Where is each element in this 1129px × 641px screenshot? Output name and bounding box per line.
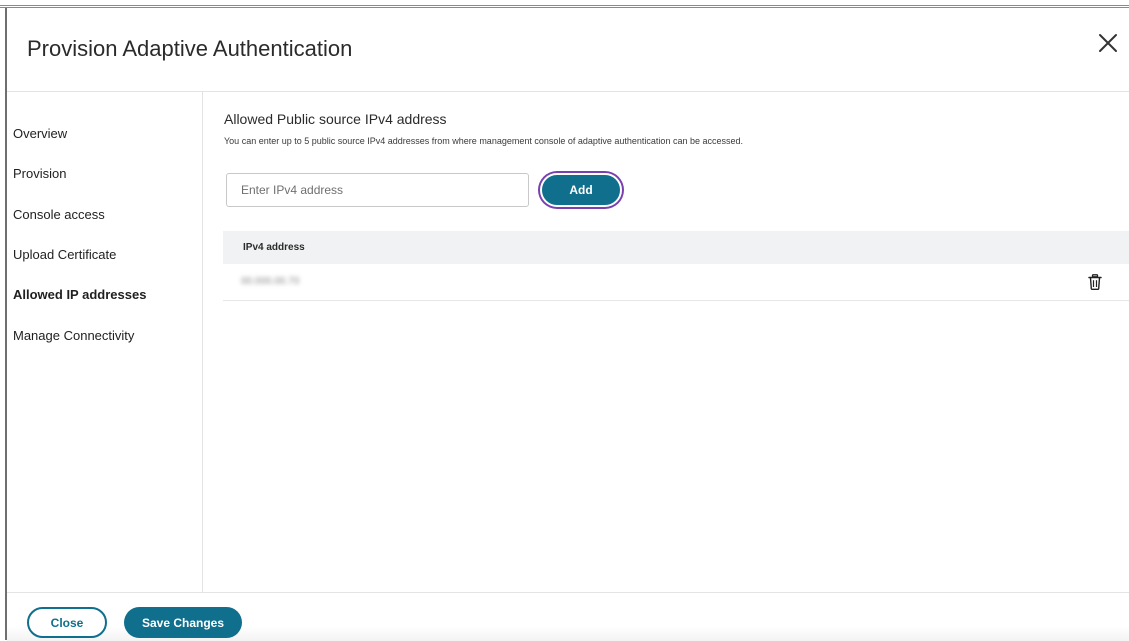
sidebar-item-provision[interactable]: Provision bbox=[13, 166, 66, 181]
ip-address-table: IPv4 address 00.000.00.70 bbox=[223, 231, 1129, 301]
provision-dialog: Provision Adaptive Authentication Overvi… bbox=[7, 9, 1129, 641]
trash-icon[interactable] bbox=[1088, 274, 1102, 290]
dialog-title: Provision Adaptive Authentication bbox=[27, 36, 353, 61]
section-description: You can enter up to 5 public source IPv4… bbox=[224, 136, 743, 146]
dialog-header: Provision Adaptive Authentication bbox=[7, 9, 1129, 92]
sidebar-item-allowed-ip-addresses[interactable]: Allowed IP addresses bbox=[13, 287, 146, 302]
sidebar-item-overview[interactable]: Overview bbox=[13, 126, 67, 141]
ipv4-address-input[interactable] bbox=[226, 173, 529, 207]
sidebar-item-upload-certificate[interactable]: Upload Certificate bbox=[13, 247, 116, 262]
section-title: Allowed Public source IPv4 address bbox=[224, 111, 447, 127]
sidebar-item-manage-connectivity[interactable]: Manage Connectivity bbox=[13, 328, 134, 343]
close-button[interactable]: Close bbox=[27, 607, 107, 638]
dialog-footer: Close Save Changes bbox=[7, 592, 1129, 641]
window-top-border bbox=[0, 5, 1129, 8]
close-icon[interactable] bbox=[1096, 31, 1120, 55]
ip-address-value: 00.000.00.70 bbox=[241, 276, 300, 287]
save-changes-button[interactable]: Save Changes bbox=[124, 607, 242, 638]
table-header: IPv4 address bbox=[223, 231, 1129, 264]
sidebar-nav: Overview Provision Console access Upload… bbox=[7, 92, 203, 592]
add-button[interactable]: Add bbox=[540, 173, 622, 207]
sidebar-item-console-access[interactable]: Console access bbox=[13, 207, 105, 222]
table-row: 00.000.00.70 bbox=[223, 264, 1129, 301]
main-content: Allowed Public source IPv4 address You c… bbox=[223, 92, 1129, 592]
column-header-ipv4: IPv4 address bbox=[243, 242, 305, 253]
